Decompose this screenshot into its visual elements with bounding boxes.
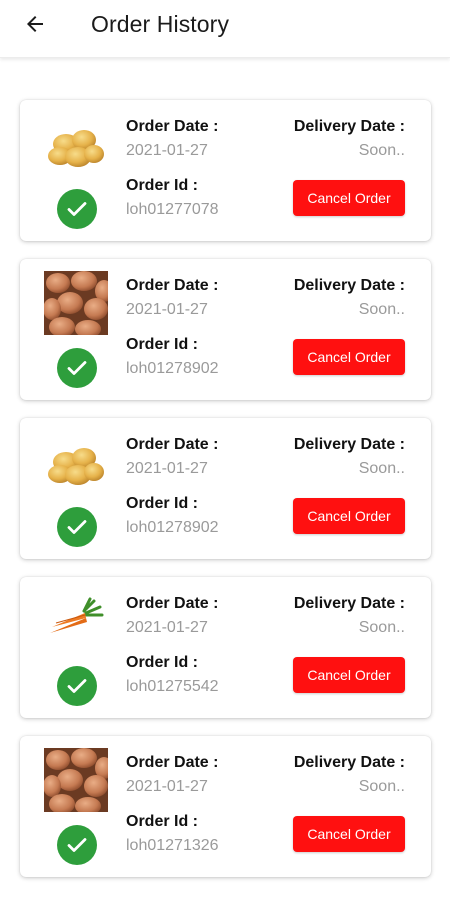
order-date-value: 2021-01-27 (126, 460, 208, 477)
back-button[interactable] (18, 8, 52, 40)
cancel-order-button[interactable]: Cancel Order (293, 816, 405, 852)
order-card: Order Date : 2021-01-27 Order Id : loh01… (20, 259, 431, 400)
order-card: Order Date : 2021-01-27 Order Id : loh01… (20, 418, 431, 559)
cancel-order-button[interactable]: Cancel Order (293, 180, 405, 216)
potatoes-image (44, 430, 108, 494)
delivery-date-label: Delivery Date : (293, 754, 405, 771)
delivery-date-value: Soon.. (358, 619, 405, 636)
carrots-image (44, 589, 108, 653)
check-circle-icon (57, 825, 97, 865)
order-date-label: Order Date : (126, 118, 219, 135)
delivery-date-label: Delivery Date : (293, 277, 405, 294)
delivery-date-label: Delivery Date : (293, 118, 405, 135)
order-date-label: Order Date : (126, 754, 219, 771)
cancel-order-button[interactable]: Cancel Order (293, 498, 405, 534)
page-title: Order History (91, 11, 230, 37)
delivery-date-value: Soon.. (358, 301, 405, 318)
order-id-label: Order Id : (126, 336, 199, 353)
order-id-value: loh01271326 (126, 837, 219, 854)
order-date-value: 2021-01-27 (126, 778, 208, 795)
check-circle-icon (57, 189, 97, 229)
delivery-date-label: Delivery Date : (293, 595, 405, 612)
cancel-order-button[interactable]: Cancel Order (293, 339, 405, 375)
order-id-label: Order Id : (126, 654, 199, 671)
order-card: Order Date : 2021-01-27 Order Id : loh01… (20, 736, 431, 877)
check-circle-icon (57, 666, 97, 706)
order-id-label: Order Id : (126, 177, 199, 194)
order-id-label: Order Id : (126, 813, 199, 830)
order-date-label: Order Date : (126, 277, 219, 294)
order-date-label: Order Date : (126, 436, 219, 453)
order-id-label: Order Id : (126, 495, 199, 512)
order-id-value: loh01275542 (126, 678, 219, 695)
eggs-image (44, 748, 108, 812)
delivery-date-value: Soon.. (358, 778, 405, 795)
check-circle-icon (57, 348, 97, 388)
cancel-order-button[interactable]: Cancel Order (293, 657, 405, 693)
arrow-left-icon (27, 16, 43, 32)
order-id-value: loh01278902 (126, 360, 219, 377)
check-circle-icon (57, 507, 97, 547)
order-date-label: Order Date : (126, 595, 219, 612)
potatoes-image (44, 112, 108, 176)
order-date-value: 2021-01-27 (126, 142, 208, 159)
order-date-value: 2021-01-27 (126, 619, 208, 636)
order-id-value: loh01278902 (126, 519, 219, 536)
order-date-value: 2021-01-27 (126, 301, 208, 318)
app-bar: Order History (0, 0, 450, 58)
order-id-value: loh01277078 (126, 201, 219, 218)
eggs-image (44, 271, 108, 335)
order-card: Order Date : 2021-01-27 Order Id : loh01… (20, 100, 431, 241)
order-card: Order Date : 2021-01-27 Order Id : loh01… (20, 577, 431, 718)
delivery-date-label: Delivery Date : (293, 436, 405, 453)
delivery-date-value: Soon.. (358, 142, 405, 159)
delivery-date-value: Soon.. (358, 460, 405, 477)
